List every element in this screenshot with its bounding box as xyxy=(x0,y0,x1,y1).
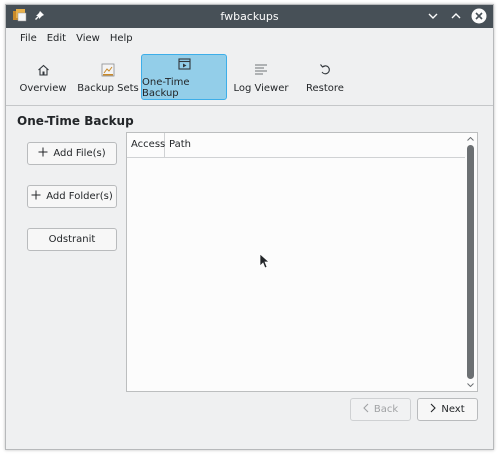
menu-bar: File Edit View Help xyxy=(15,32,138,45)
one-time-backup-icon xyxy=(177,55,191,73)
mouse-cursor-icon xyxy=(259,253,270,272)
back-button[interactable]: Back xyxy=(350,398,411,421)
menu-view[interactable]: View xyxy=(71,32,105,45)
tool-log-viewer-label: Log Viewer xyxy=(233,82,289,94)
close-button[interactable] xyxy=(471,8,487,24)
chevron-right-icon xyxy=(430,403,437,416)
scroll-down-icon[interactable] xyxy=(464,381,477,389)
plus-icon xyxy=(31,190,41,203)
next-button[interactable]: Next xyxy=(417,398,478,421)
column-header-path[interactable]: Path xyxy=(165,133,191,157)
vertical-scrollbar[interactable] xyxy=(464,133,477,391)
app-window: fwbackups File Edit View Help Overview B… xyxy=(5,4,494,450)
menu-help[interactable]: Help xyxy=(105,32,138,45)
add-folder-button[interactable]: Add Folder(s) xyxy=(27,185,117,208)
tool-one-time-backup-label: One-Time Backup xyxy=(142,77,190,99)
tool-overview[interactable]: Overview xyxy=(11,54,75,100)
page-title: One-Time Backup xyxy=(17,114,134,128)
title-bar: fwbackups xyxy=(6,5,493,28)
tool-restore[interactable]: Restore xyxy=(295,54,355,100)
toolbar: Overview Backup Sets One-Time Backup Log… xyxy=(11,54,355,102)
plus-icon xyxy=(38,147,48,160)
tool-restore-label: Restore xyxy=(306,82,344,94)
tool-overview-label: Overview xyxy=(19,82,67,94)
tool-backup-sets[interactable]: Backup Sets xyxy=(75,54,141,100)
back-label: Back xyxy=(373,404,399,415)
menu-file[interactable]: File xyxy=(15,32,42,45)
home-icon xyxy=(37,61,50,79)
tool-backup-sets-label: Backup Sets xyxy=(77,82,139,94)
add-files-button[interactable]: Add File(s) xyxy=(27,142,117,165)
column-header-access[interactable]: Access xyxy=(127,133,165,157)
minimize-button[interactable] xyxy=(425,8,441,24)
scrollbar-thumb[interactable] xyxy=(467,145,474,379)
menu-edit[interactable]: Edit xyxy=(42,32,71,45)
tool-one-time-backup[interactable]: One-Time Backup xyxy=(141,54,227,100)
tool-log-viewer[interactable]: Log Viewer xyxy=(227,54,295,100)
maximize-button[interactable] xyxy=(448,8,464,24)
log-viewer-icon xyxy=(254,61,268,79)
file-table[interactable]: Access Path xyxy=(126,132,478,392)
table-header: Access Path xyxy=(127,133,465,158)
add-folder-label: Add Folder(s) xyxy=(46,191,113,202)
next-label: Next xyxy=(441,404,465,415)
window-title: fwbackups xyxy=(220,10,279,23)
remove-label: Odstranit xyxy=(48,234,96,245)
backup-sets-icon xyxy=(101,61,115,79)
remove-button[interactable]: Odstranit xyxy=(27,228,117,251)
add-files-label: Add File(s) xyxy=(53,148,106,159)
restore-icon xyxy=(319,61,332,79)
scroll-up-icon[interactable] xyxy=(464,135,477,143)
toolbar-divider xyxy=(6,105,493,106)
chevron-left-icon xyxy=(363,403,369,416)
